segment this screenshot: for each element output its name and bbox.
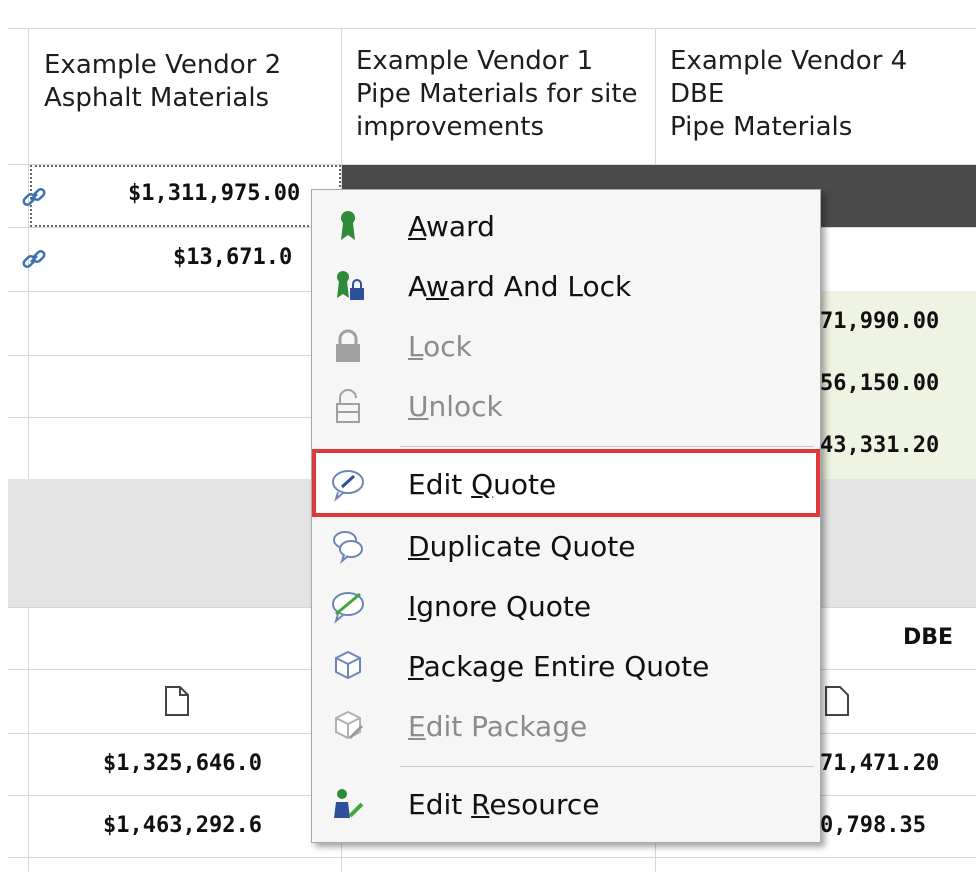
menu-separator [400,766,814,767]
header-line: Pipe Materials for site [356,79,638,109]
total-amount: $1,463,292.6 [103,813,262,838]
menu-item-label: Edit Package [408,710,588,743]
menu-item-label: Unlock [408,390,503,423]
total-amount: 71,471.20 [820,751,940,776]
header-line: improvements [356,112,545,142]
ignore-quote-icon [332,592,364,624]
quote-amount: $13,671.0 [173,245,293,270]
header-line: Pipe Materials [670,112,853,142]
menu-item-award-and-lock[interactable]: Award And Lock [312,256,820,316]
column-header-vendor-4[interactable]: Example Vendor 4 DBE Pipe Materials [656,29,976,165]
quote-amount: 71,990.00 [820,309,940,334]
document-icon[interactable] [824,685,850,717]
quote-amount: $1,311,975.00 [128,181,301,206]
menu-item-duplicate-quote[interactable]: Duplicate Quote [312,516,820,576]
lock-icon [336,329,360,362]
column-header-vendor-2[interactable]: Example Vendor 2 Asphalt Materials [30,29,341,165]
menu-item-label: Duplicate Quote [408,530,636,563]
menu-item-ignore-quote[interactable]: Ignore Quote [312,576,820,636]
menu-item-edit-package[interactable]: Edit Package [312,696,820,756]
menu-item-label: Edit Quote [408,468,557,501]
award-lock-icon [337,271,364,300]
edit-quote-icon [332,470,364,502]
menu-separator [400,446,814,447]
dbe-label: DBE [903,625,954,650]
menu-item-unlock[interactable]: Unlock [312,376,820,436]
link-icon[interactable] [20,245,48,273]
edit-resource-icon [334,789,364,818]
total-amount: $1,325,646.0 [103,751,262,776]
menu-item-label: Edit Resource [408,788,600,821]
award-ribbon-icon [341,211,355,240]
header-line: Example Vendor 4 [670,46,908,76]
quote-amount: 56,150.00 [820,371,940,396]
column-header-vendor-1[interactable]: Example Vendor 1 Pipe Materials for site… [342,29,655,165]
menu-item-label: Package Entire Quote [408,650,710,683]
total-amount: 0,798.35 [820,813,926,838]
duplicate-quote-icon [333,531,363,564]
link-icon[interactable] [20,183,48,211]
document-icon[interactable] [164,685,190,717]
menu-item-edit-quote[interactable]: Edit Quote [312,454,820,514]
header-line: Example Vendor 2 [44,50,282,80]
header-line: Asphalt Materials [44,83,270,113]
menu-item-label: Award [408,210,495,243]
menu-item-lock[interactable]: Lock [312,316,820,376]
menu-item-label: Lock [408,330,472,363]
header-line: DBE [670,79,725,109]
menu-item-package-entire-quote[interactable]: Package Entire Quote [312,636,820,696]
package-icon [335,650,361,680]
menu-item-label: Award And Lock [408,270,632,303]
menu-item-label: Ignore Quote [408,590,592,623]
edit-package-icon [335,710,364,740]
quote-amount: 43,331.20 [820,433,940,458]
context-menu: Award Award And Lock Lock Unlock Edit Qu… [311,189,821,843]
header-line: Example Vendor 1 [356,46,594,76]
menu-item-edit-resource[interactable]: Edit Resource [312,774,820,834]
unlock-icon [336,389,360,423]
menu-item-award[interactable]: Award [312,196,820,256]
